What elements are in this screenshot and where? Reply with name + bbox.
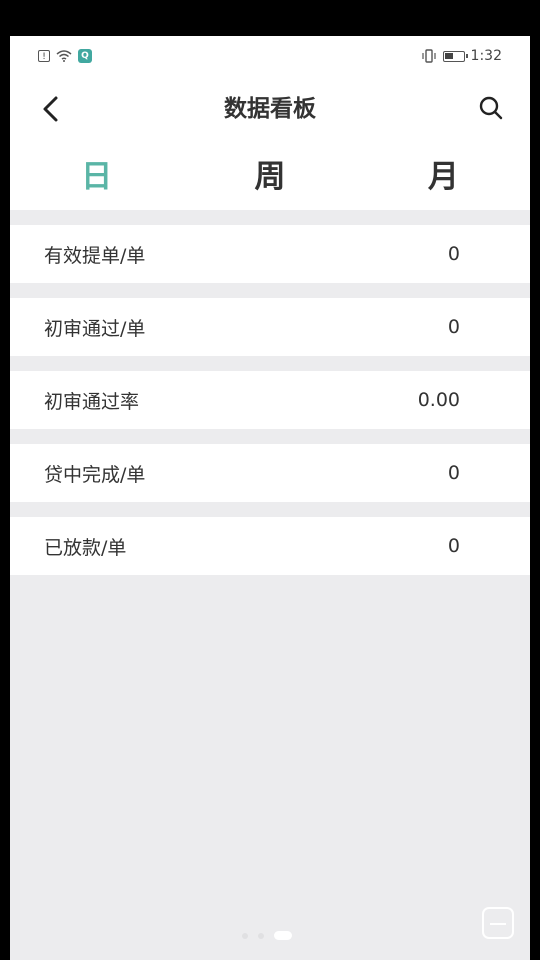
stat-label: 贷中完成/单 (44, 463, 146, 486)
period-tabs: 日 周 月 (10, 142, 530, 210)
battery-icon (442, 50, 468, 62)
search-icon[interactable] (476, 93, 508, 125)
stat-label: 已放款/单 (44, 536, 127, 559)
vibrate-icon (421, 49, 436, 63)
status-time: 1:32 (470, 48, 502, 64)
status-bar-left: ! Q (38, 49, 92, 63)
sim-alert-icon: ! (38, 50, 50, 62)
stat-row-approval-rate: 初审通过率 0.00 (10, 371, 530, 429)
stat-row-disbursed: 已放款/单 0 (10, 517, 530, 575)
top-nav-bar: 数据看板 (10, 76, 530, 142)
status-bar: ! Q 1:32 (10, 36, 530, 76)
stat-label: 初审通过/单 (44, 317, 146, 340)
stat-label: 初审通过率 (44, 390, 140, 413)
stat-value: 0.00 (417, 389, 460, 411)
stat-value: 0 (447, 243, 460, 265)
stat-value: 0 (447, 462, 460, 484)
tab-month[interactable]: 月 (357, 142, 530, 210)
stat-label: 有效提单/单 (44, 244, 146, 267)
tab-day[interactable]: 日 (10, 142, 183, 210)
page-dot (258, 932, 264, 939)
floating-nav-icon[interactable] (482, 907, 514, 939)
app-notification-icon: Q (78, 49, 92, 63)
wifi-icon (56, 50, 72, 62)
page-dot-active (274, 931, 292, 940)
stat-row-loan-processing-done: 贷中完成/单 0 (10, 444, 530, 502)
page-dot (242, 932, 248, 939)
tab-week[interactable]: 周 (183, 142, 356, 210)
status-bar-right: 1:32 (421, 48, 502, 64)
stat-row-valid-orders: 有效提单/单 0 (10, 225, 530, 283)
stat-value: 0 (447, 535, 460, 557)
stat-value: 0 (447, 316, 460, 338)
page-title: 数据看板 (224, 96, 316, 122)
page-indicator (242, 931, 292, 940)
stat-row-initial-approved: 初审通过/单 0 (10, 298, 530, 356)
stats-list: 有效提单/单 0 初审通过/单 0 初审通过率 0.00 贷中完成/单 0 已放… (10, 210, 530, 575)
app-screen: ! Q 1:32 数据看板 日 周 月 有效提单/单 0 初审通过/单 0 初审… (10, 36, 530, 960)
